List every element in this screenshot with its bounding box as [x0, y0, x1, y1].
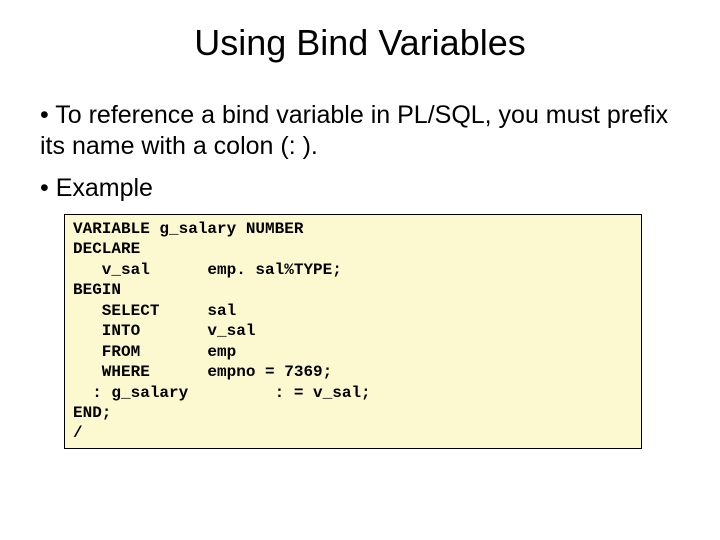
bullet-list: • To reference a bind variable in PL/SQL…: [40, 100, 680, 204]
bullet-item-2: • Example: [40, 173, 680, 204]
bullet-item-1: • To reference a bind variable in PL/SQL…: [40, 100, 680, 163]
page-title: Using Bind Variables: [40, 22, 680, 64]
code-example: VARIABLE g_salary NUMBER DECLARE v_sal e…: [64, 214, 642, 449]
